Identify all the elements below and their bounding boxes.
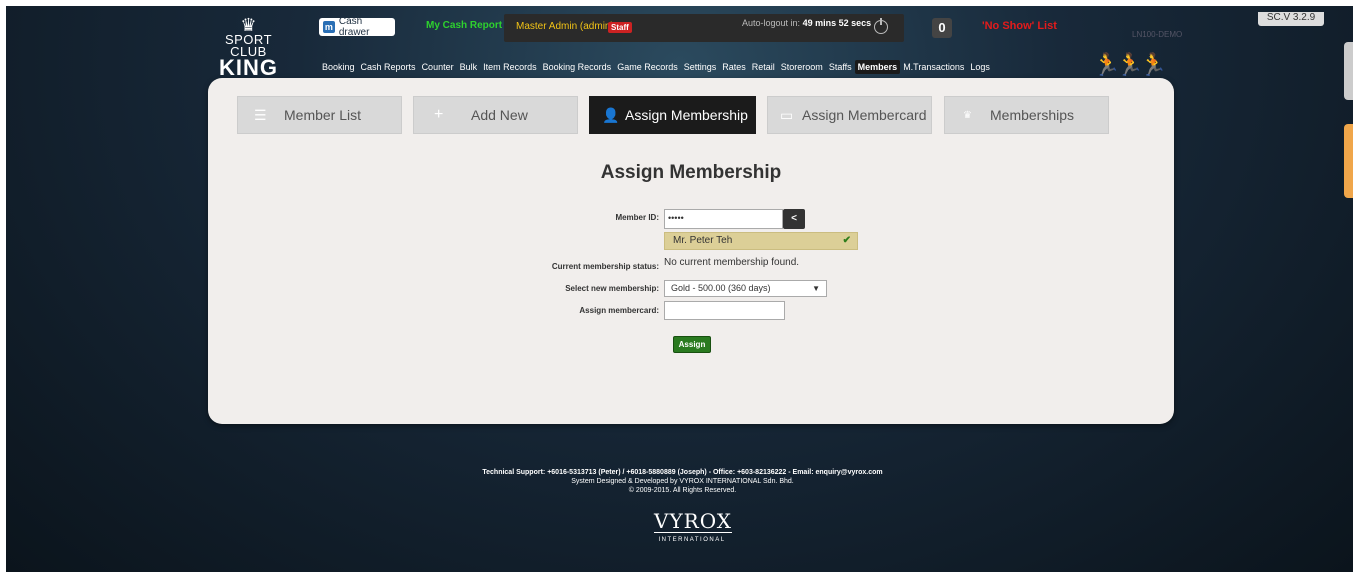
membership-select-label: Select new membership: <box>565 284 659 293</box>
version-badge: SC.V 3.2.9 <box>1258 12 1324 26</box>
membercard-input[interactable] <box>664 301 785 320</box>
nav-booking[interactable]: Booking <box>319 60 358 74</box>
nav-m-transactions[interactable]: M.Transactions <box>900 60 967 74</box>
nav-game-records[interactable]: Game Records <box>614 60 681 74</box>
autologout-time: 49 mins 52 secs <box>802 18 872 28</box>
user-role-badge: Staff <box>608 22 632 33</box>
tab-label: Add New <box>471 107 528 123</box>
side-tab-cash[interactable] <box>1344 124 1353 198</box>
status-value: No current membership found. <box>664 257 800 268</box>
footer-copyright: © 2009-2015. All Rights Reserved. <box>628 487 737 494</box>
tab-member-list[interactable]: ☰ Member List <box>237 96 402 134</box>
nav-booking-records[interactable]: Booking Records <box>540 60 615 74</box>
assign-button[interactable]: Assign <box>673 336 711 353</box>
tab-assign-membercard[interactable]: ▭ Assign Membercard <box>767 96 932 134</box>
nav-item-records[interactable]: Item Records <box>480 60 540 74</box>
my-cash-report-link[interactable]: My Cash Report <box>426 20 502 31</box>
membership-select-value: Gold - 500.00 (360 days) <box>671 283 771 293</box>
no-show-list-link[interactable]: 'No Show' List <box>982 20 1057 32</box>
autologout-label: Auto-logout in: <box>742 18 801 28</box>
nav-logs[interactable]: Logs <box>967 60 993 74</box>
list-icon: ☰ <box>254 106 267 123</box>
tab-assign-membership[interactable]: 👤 Assign Membership <box>589 96 756 134</box>
plus-icon: + <box>434 106 444 123</box>
check-icon: ✔ <box>842 235 851 246</box>
logo-line2: KING <box>219 55 278 80</box>
cash-drawer-icon: m <box>323 21 335 33</box>
nav-retail[interactable]: Retail <box>749 60 778 74</box>
nav-storeroom[interactable]: Storeroom <box>778 60 826 74</box>
autologout-timer: Auto-logout in: 49 mins 52 secs <box>742 18 871 28</box>
nav-cash-reports[interactable]: Cash Reports <box>358 60 419 74</box>
tab-label: Assign Membership <box>625 107 748 123</box>
cash-drawer-button[interactable]: m Cash drawer <box>319 16 395 38</box>
member-found-result: Mr. Peter Teh ✔ <box>664 232 858 250</box>
footer-support: Technical Support: +6016-5313713 (Peter)… <box>482 469 883 476</box>
member-id-input[interactable]: ••••• <box>664 209 783 229</box>
footer-developer: System Designed & Developed by VYROX INT… <box>571 478 794 485</box>
club-logo[interactable]: ♛ SPORT CLUB KING <box>206 15 291 80</box>
app-background: ♛ SPORT CLUB KING m Cash drawer My Cash … <box>0 0 1353 572</box>
footer: Technical Support: +6016-5313713 (Peter)… <box>6 468 1353 495</box>
notification-count[interactable]: 0 <box>932 18 952 38</box>
tab-label: Assign Membercard <box>802 107 927 123</box>
players-graphic-icon: 🏃🏃🏃 <box>1093 52 1167 77</box>
main-panel: ☰ Member List + Add New 👤 Assign Members… <box>208 78 1174 424</box>
dropdown-arrow-icon: ▼ <box>812 284 820 293</box>
nav-bulk[interactable]: Bulk <box>457 60 481 74</box>
power-icon[interactable] <box>874 18 888 34</box>
crown-icon: ♛ <box>240 15 257 35</box>
card-icon: ▭ <box>780 106 794 123</box>
status-label: Current membership status: <box>551 262 659 271</box>
page-title: Assign Membership <box>600 162 782 183</box>
nav-counter[interactable]: Counter <box>419 60 457 74</box>
nav-settings[interactable]: Settings <box>681 60 720 74</box>
member-id-label: Member ID: <box>615 213 659 222</box>
crown-icon: ♛ <box>963 109 972 121</box>
cash-drawer-label: Cash drawer <box>338 16 370 38</box>
tab-label: Memberships <box>990 107 1075 123</box>
side-tab-help[interactable] <box>1344 42 1353 100</box>
nav-rates[interactable]: Rates <box>719 60 749 74</box>
member-found-name: Mr. Peter Teh <box>673 235 733 246</box>
nav-staffs[interactable]: Staffs <box>826 60 855 74</box>
vyrox-logo[interactable]: VYROX INTERNATIONAL <box>654 509 732 543</box>
user-icon: 👤 <box>602 106 620 123</box>
vyrox-logo-sub: INTERNATIONAL <box>658 537 726 543</box>
tab-memberships[interactable]: ♛ Memberships <box>944 96 1109 134</box>
current-user: Master Admin (admin) <box>516 21 614 32</box>
nav-members[interactable]: Members <box>854 60 901 74</box>
tab-label: Member List <box>284 107 362 123</box>
vyrox-logo-text: VYROX <box>654 509 732 533</box>
instance-label: LN100-DEMO <box>1132 30 1183 39</box>
user-bar: Master Admin (admin) Staff Auto-logout i… <box>504 14 904 42</box>
membercard-label: Assign membercard: <box>579 306 659 315</box>
tab-add-new[interactable]: + Add New <box>413 96 578 134</box>
member-lookup-button[interactable]: < <box>783 209 805 229</box>
membership-select[interactable]: Gold - 500.00 (360 days) ▼ <box>664 280 827 297</box>
main-nav: Booking Cash Reports Counter Bulk Item R… <box>319 60 993 74</box>
